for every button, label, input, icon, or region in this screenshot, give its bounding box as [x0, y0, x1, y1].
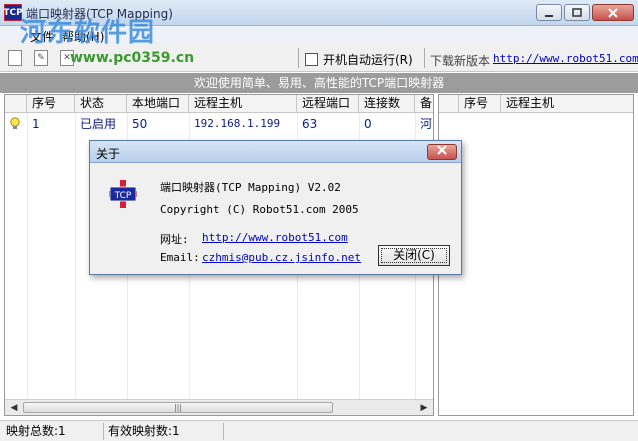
close-icon: [437, 145, 447, 155]
cell-status[interactable]: 已启用: [75, 115, 116, 133]
download-link[interactable]: http://www.robot51.com: [493, 52, 638, 65]
download-label: 下载新版本: [430, 54, 491, 68]
close-button[interactable]: [592, 4, 634, 21]
scroll-left-icon[interactable]: ◀: [6, 401, 22, 415]
cell-connections[interactable]: 0: [359, 115, 372, 133]
dialog-title-bar: 关于: [90, 141, 461, 163]
maximize-button[interactable]: [564, 4, 590, 21]
toolbar-separator: [424, 48, 425, 68]
column-header-remote-host[interactable]: 远程主机: [189, 95, 297, 113]
scroll-right-icon[interactable]: ▶: [416, 401, 432, 415]
cell-local-port[interactable]: 50: [127, 115, 147, 133]
email-label: Email:: [160, 251, 200, 264]
horizontal-scrollbar[interactable]: ◀ ||| ▶: [5, 399, 433, 415]
dialog-close-button[interactable]: [427, 144, 457, 160]
edit-document-icon[interactable]: ✎: [34, 50, 48, 66]
cell-note[interactable]: 河: [415, 115, 432, 133]
column-header-note[interactable]: 备: [415, 95, 433, 113]
email-link[interactable]: czhmis@pub.cz.jsinfo.net: [202, 251, 361, 264]
column-header-icon[interactable]: [439, 95, 459, 113]
new-document-icon[interactable]: [8, 50, 22, 66]
connection-list[interactable]: 序号 远程主机: [438, 94, 634, 416]
dialog-title: 关于: [96, 147, 121, 161]
about-close-button[interactable]: 关闭(C): [378, 245, 450, 266]
lightbulb-icon: [10, 117, 20, 129]
minimize-icon: [545, 14, 553, 17]
grid-line: [27, 113, 28, 403]
status-total: 映射总数:1: [2, 423, 104, 440]
about-dialog: 关于 TCP 端口映射器(TCP Mapping) V2.02 Copyrigh…: [89, 140, 462, 275]
minimize-button[interactable]: [536, 4, 562, 21]
website-link[interactable]: http://www.robot51.com: [202, 231, 348, 244]
column-header-icon[interactable]: [5, 95, 27, 113]
cell-remote-port[interactable]: 63: [297, 115, 317, 133]
logo-text: TCP: [114, 191, 132, 201]
cell-remote-host[interactable]: 192.168.1.199: [189, 115, 280, 133]
welcome-banner: 欢迎使用简单、易用、高性能的TCP端口映射器: [0, 73, 638, 93]
about-copyright: Copyright (C) Robot51.com 2005: [160, 203, 359, 216]
checkbox-box[interactable]: [305, 53, 318, 66]
window-controls: [536, 4, 634, 21]
cell-index[interactable]: 1: [27, 115, 40, 133]
scrollbar-thumb[interactable]: |||: [23, 402, 333, 413]
column-header-index[interactable]: 序号: [27, 95, 75, 113]
autostart-label: 开机自动运行(R): [323, 53, 413, 67]
watermark-url: www.pc0359.cn: [70, 50, 195, 66]
column-header-remote-port[interactable]: 远程端口: [297, 95, 359, 113]
close-icon: [608, 7, 618, 18]
toolbar-separator: [298, 48, 299, 68]
grid-line: [75, 113, 76, 403]
column-header-index[interactable]: 序号: [459, 95, 501, 113]
website-label: 网址:: [160, 233, 189, 246]
status-active: 有效映射数:1: [104, 423, 224, 440]
status-bar: 映射总数:1 有效映射数:1: [0, 420, 638, 441]
column-header-local-port[interactable]: 本地端口: [127, 95, 189, 113]
autostart-checkbox[interactable]: 开机自动运行(R): [305, 51, 413, 68]
tcp-logo-icon: TCP: [109, 180, 137, 208]
column-header-status[interactable]: 状态: [75, 95, 127, 113]
about-product: 端口映射器(TCP Mapping) V2.02: [160, 181, 341, 194]
column-header-connections[interactable]: 连接数: [359, 95, 415, 113]
maximize-icon: [572, 7, 582, 17]
column-header-remote-host[interactable]: 远程主机: [501, 95, 633, 113]
watermark-text: 河东软件园: [20, 18, 156, 48]
